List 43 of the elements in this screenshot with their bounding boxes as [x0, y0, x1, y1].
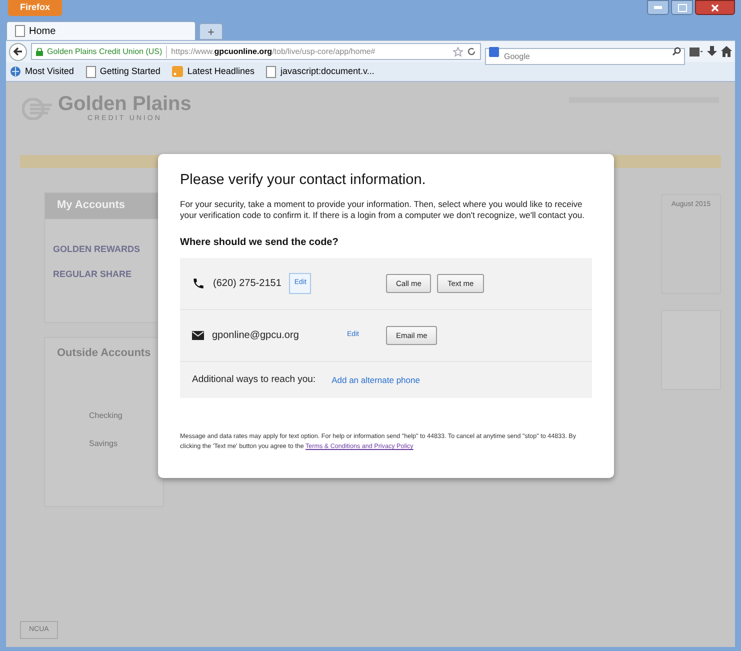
search-field[interactable]: Google — [485, 48, 685, 65]
bookmark-item[interactable]: Getting Started — [86, 64, 160, 78]
padlock-icon — [36, 48, 43, 56]
page-icon — [266, 66, 276, 78]
star-icon — [453, 46, 463, 56]
back-button[interactable] — [9, 42, 27, 60]
dialog-intro: For your security, take a moment to provide your information. Then, select where you would like to receive your verification code to confirm it. If there is a login from a computer we don't recognize, we'll contact you. — [180, 199, 586, 222]
site-identity: Golden Plains Credit Union (US) — [47, 46, 168, 58]
browser-tab[interactable]: Home — [6, 21, 196, 40]
envelope-icon — [192, 331, 204, 340]
toolbar-window-icon[interactable] — [689, 46, 703, 56]
add-phone-link[interactable]: Add an alternate phone — [332, 374, 420, 386]
new-tab-button[interactable]: + — [199, 23, 223, 40]
close-icon — [711, 4, 719, 12]
page-icon — [86, 66, 96, 78]
bookmark-item[interactable]: Most Visited — [10, 64, 74, 78]
home-icon[interactable] — [721, 46, 732, 57]
reload-icon — [467, 47, 476, 56]
outside-account-item: Checking — [89, 410, 124, 422]
bookmark-item[interactable]: javascript:document.v... — [266, 64, 374, 78]
url-text: https://www.gpcuonline.org/tob/live/usp-core/app/home# — [171, 46, 376, 58]
additional-ways-label: Additional ways to reach you: — [192, 373, 316, 387]
bookmark-item[interactable]: Latest Headlines — [172, 64, 254, 78]
contact-value: gponline@gpcu.org — [212, 329, 299, 344]
outside-accounts-title: Outside Accounts — [56, 346, 152, 362]
search-icon — [672, 47, 681, 56]
dialog-title: Please verify your contact information. — [180, 171, 427, 190]
contact-value: (620) 275-2151 — [213, 277, 282, 292]
page-icon — [15, 25, 25, 37]
minimize-button[interactable] — [647, 0, 669, 15]
maximize-button[interactable] — [671, 0, 693, 15]
back-arrow-icon — [13, 47, 23, 56]
maximize-icon — [678, 4, 686, 12]
download-icon[interactable] — [707, 46, 717, 57]
close-button[interactable] — [695, 0, 735, 15]
search-engine-icon — [489, 46, 499, 56]
minimize-icon — [654, 6, 662, 9]
globe-icon — [10, 66, 21, 77]
address-bar[interactable]: Golden Plains Credit Union (US) https://www.gpcuonline.org/tob/live/usp-core/app/home# — [31, 43, 481, 60]
dialog-question: Where should we send the code? — [180, 236, 340, 250]
outside-account-item: Savings — [89, 438, 118, 450]
phone-icon — [192, 277, 205, 290]
feed-icon — [172, 66, 184, 77]
